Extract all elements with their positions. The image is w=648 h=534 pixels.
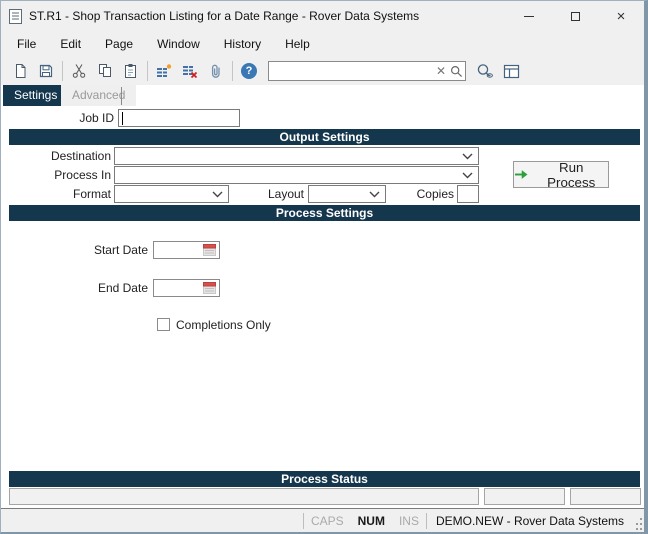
menubar: File Edit Page Window History Help xyxy=(1,31,644,57)
tab-settings[interactable]: Settings xyxy=(3,85,69,106)
tab-advanced[interactable]: Advanced xyxy=(61,85,137,106)
copy-button[interactable] xyxy=(92,59,118,83)
run-process-label: Run Process xyxy=(547,159,596,190)
search-icon[interactable] xyxy=(450,65,467,78)
menu-file[interactable]: File xyxy=(5,33,48,55)
help-icon: ? xyxy=(241,63,257,79)
cut-button[interactable] xyxy=(66,59,92,83)
titlebar: ST.R1 - Shop Transaction Listing for a D… xyxy=(1,1,644,31)
delete-rows-icon xyxy=(183,66,198,79)
menu-page[interactable]: Page xyxy=(93,33,145,55)
end-date-label: End Date xyxy=(97,281,148,295)
search-input[interactable] xyxy=(269,62,432,80)
paste-icon xyxy=(125,64,136,78)
process-status-message-panel xyxy=(9,488,479,505)
insert-rows-icon xyxy=(157,64,172,77)
delete-rows-button[interactable] xyxy=(177,59,203,83)
end-date-field[interactable] xyxy=(153,279,220,297)
output-settings-header: Output Settings xyxy=(9,129,640,145)
close-icon: × xyxy=(616,7,626,25)
menu-history[interactable]: History xyxy=(212,33,273,55)
resize-grip[interactable] xyxy=(633,514,643,532)
process-in-dropdown[interactable] xyxy=(114,166,479,184)
clear-search-icon[interactable]: ✕ xyxy=(432,64,450,78)
attachment-button[interactable] xyxy=(203,59,229,83)
destination-label: Destination xyxy=(50,149,111,163)
toolbar-separator xyxy=(62,61,63,81)
start-date-label: Start Date xyxy=(93,243,148,257)
process-status-panel-2 xyxy=(484,488,565,505)
toolbar-separator xyxy=(147,61,148,81)
process-status-panel-3 xyxy=(570,488,641,505)
toolbar-separator xyxy=(232,61,233,81)
help-button[interactable]: ? xyxy=(236,59,262,83)
copies-field[interactable] xyxy=(457,185,479,203)
app-icon xyxy=(9,8,22,24)
layout-button[interactable] xyxy=(498,59,524,83)
menu-edit[interactable]: Edit xyxy=(48,33,93,55)
app-window: ST.R1 - Shop Transaction Listing for a D… xyxy=(0,0,648,534)
maximize-button[interactable] xyxy=(552,1,598,31)
ins-indicator: INS xyxy=(398,513,419,528)
job-id-label: Job ID xyxy=(79,111,114,125)
copy-icon xyxy=(99,64,111,77)
caps-indicator: CAPS xyxy=(310,513,344,528)
process-in-label: Process In xyxy=(54,168,111,182)
insert-rows-button[interactable] xyxy=(151,59,177,83)
save-icon xyxy=(39,64,53,78)
start-date-field[interactable] xyxy=(153,241,220,259)
attachment-icon xyxy=(211,64,220,78)
lookup-button[interactable] xyxy=(472,59,498,83)
menu-window[interactable]: Window xyxy=(145,33,212,55)
calendar-icon[interactable] xyxy=(203,282,216,294)
close-button[interactable]: × xyxy=(598,1,644,31)
chevron-down-icon xyxy=(462,172,473,178)
tab-divider xyxy=(121,87,122,105)
format-label: Format xyxy=(72,187,111,201)
calendar-icon[interactable] xyxy=(203,244,216,256)
text-caret xyxy=(122,112,123,125)
completions-only-checkbox[interactable] xyxy=(157,318,170,331)
job-id-field[interactable] xyxy=(118,109,240,127)
window-title: ST.R1 - Shop Transaction Listing for a D… xyxy=(29,9,420,23)
cut-icon xyxy=(72,64,86,78)
completions-only-label: Completions Only xyxy=(176,318,271,332)
num-indicator: NUM xyxy=(357,513,385,528)
copies-label: Copies xyxy=(416,187,454,201)
chevron-down-icon xyxy=(462,153,473,159)
save-button[interactable] xyxy=(33,59,59,83)
maximize-icon xyxy=(570,11,580,21)
destination-dropdown[interactable] xyxy=(114,147,479,165)
new-document-button[interactable] xyxy=(7,59,33,83)
session-label: DEMO.NEW - Rover Data Systems xyxy=(435,513,624,528)
toolbar-search: ✕ xyxy=(268,61,466,81)
process-settings-header: Process Settings xyxy=(9,205,640,221)
layout-label: Layout xyxy=(267,187,304,201)
run-process-button[interactable]: Run Process xyxy=(513,159,609,190)
content-area: Settings Advanced Job ID Output Settings… xyxy=(1,85,644,508)
process-status-header: Process Status xyxy=(9,471,640,487)
new-document-icon xyxy=(15,64,25,78)
minimize-button[interactable] xyxy=(506,1,552,31)
statusbar: CAPS NUM INS DEMO.NEW - Rover Data Syste… xyxy=(1,508,644,532)
run-arrow-icon xyxy=(514,170,528,179)
lookup-icon xyxy=(477,64,493,78)
toolbar: ? ✕ xyxy=(1,57,644,85)
paste-button[interactable] xyxy=(118,59,144,83)
minimize-icon xyxy=(524,15,534,17)
layout-icon xyxy=(503,64,519,78)
menu-help[interactable]: Help xyxy=(273,33,322,55)
